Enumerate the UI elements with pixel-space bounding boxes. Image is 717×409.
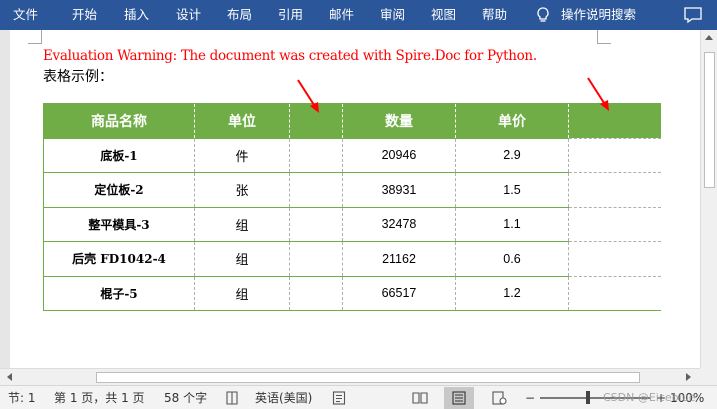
table-row: 定位板-2 张 38931 1.5 <box>43 172 661 207</box>
header-unit[interactable]: 单位 <box>194 103 290 138</box>
cell-outside[interactable] <box>568 137 661 173</box>
tab-insert[interactable]: 插入 <box>124 0 149 30</box>
scroll-left-icon[interactable] <box>7 373 12 381</box>
cell-price[interactable]: 1.1 <box>455 206 569 242</box>
table-row: 后壳 FD1042-4 组 21162 0.6 <box>43 241 661 276</box>
cell-price[interactable]: 0.6 <box>455 241 569 276</box>
cell-unit[interactable]: 组 <box>194 206 290 242</box>
header-quantity[interactable]: 数量 <box>342 103 456 138</box>
cell-quantity[interactable]: 32478 <box>342 206 456 242</box>
cell-outside[interactable] <box>568 206 661 242</box>
cell-quantity[interactable]: 38931 <box>342 172 456 207</box>
cell-quantity[interactable]: 66517 <box>342 275 456 311</box>
table-row: 棍子-5 组 66517 1.2 <box>43 275 661 311</box>
cell-name[interactable]: 底板-1 <box>43 137 195 173</box>
cell-unit[interactable]: 组 <box>194 241 290 276</box>
cell-quantity[interactable]: 21162 <box>342 241 456 276</box>
cell-price[interactable]: 1.5 <box>455 172 569 207</box>
cell-name[interactable]: 后壳 FD1042-4 <box>43 241 195 276</box>
cell-unit[interactable]: 张 <box>194 172 290 207</box>
header-product-name[interactable]: 商品名称 <box>43 103 195 138</box>
cell-outside[interactable] <box>568 275 661 311</box>
cell-empty[interactable] <box>289 206 343 242</box>
cell-empty[interactable] <box>289 137 343 173</box>
cell-price[interactable]: 2.9 <box>455 137 569 173</box>
cell-outside[interactable] <box>568 241 661 276</box>
ribbon-bar: 文件 开始 插入 设计 布局 引用 邮件 审阅 视图 帮助 操作说明搜索 <box>0 0 717 30</box>
crop-mark-right <box>597 30 611 44</box>
tell-me-search[interactable]: 操作说明搜索 <box>561 0 636 30</box>
cell-empty[interactable] <box>289 172 343 207</box>
vertical-scrollbar[interactable] <box>700 30 717 368</box>
read-mode-icon[interactable] <box>412 390 428 406</box>
cell-name[interactable]: 棍子-5 <box>43 275 195 311</box>
zoom-slider-thumb[interactable] <box>586 391 590 404</box>
horizontal-scroll-thumb[interactable] <box>96 372 640 383</box>
status-word-count[interactable]: 58 个字 <box>164 386 207 409</box>
cell-quantity[interactable]: 20946 <box>342 137 456 173</box>
cell-empty[interactable] <box>289 275 343 311</box>
scrollbar-corner <box>700 368 717 385</box>
web-layout-icon[interactable] <box>491 390 507 406</box>
tab-file[interactable]: 文件 <box>13 0 38 30</box>
cell-outside[interactable] <box>568 172 661 207</box>
scroll-right-icon[interactable] <box>686 373 691 381</box>
vertical-scroll-thumb[interactable] <box>704 52 715 188</box>
zoom-out-button[interactable]: − <box>525 386 535 409</box>
document-page[interactable]: Evaluation Warning: The document was cre… <box>10 30 700 368</box>
red-arrow-icon <box>587 77 609 111</box>
lightbulb-icon[interactable] <box>534 6 552 24</box>
cell-name[interactable]: 定位板-2 <box>43 172 195 207</box>
status-section[interactable]: 节: 1 <box>8 386 36 409</box>
header-price[interactable]: 单价 <box>455 103 569 138</box>
cell-price[interactable]: 1.2 <box>455 275 569 311</box>
print-layout-icon[interactable] <box>451 390 467 406</box>
tab-view[interactable]: 视图 <box>431 0 456 30</box>
scroll-up-icon[interactable] <box>705 35 713 40</box>
product-table[interactable]: 商品名称 单位 数量 单价 底板-1 件 20946 2.9 定位板-2 张 3… <box>43 103 661 311</box>
horizontal-scrollbar[interactable] <box>0 368 700 385</box>
cell-unit[interactable]: 件 <box>194 137 290 173</box>
tab-home[interactable]: 开始 <box>72 0 97 30</box>
cell-name[interactable]: 整平模具-3 <box>43 206 195 242</box>
status-page[interactable]: 第 1 页，共 1 页 <box>54 386 145 409</box>
status-bar: 节: 1 第 1 页，共 1 页 58 个字 英语(美国) − + 100% C… <box>0 385 717 409</box>
table-caption: 表格示例： <box>43 69 113 85</box>
table-row: 整平模具-3 组 32478 1.1 <box>43 206 661 242</box>
proofing-book-icon[interactable] <box>225 390 239 406</box>
tab-help[interactable]: 帮助 <box>482 0 507 30</box>
tab-design[interactable]: 设计 <box>176 0 201 30</box>
tab-layout[interactable]: 布局 <box>227 0 252 30</box>
crop-mark-left <box>28 30 42 44</box>
cell-empty[interactable] <box>289 241 343 276</box>
evaluation-warning: Evaluation Warning: The document was cre… <box>43 48 537 64</box>
tab-review[interactable]: 审阅 <box>380 0 405 30</box>
tab-references[interactable]: 引用 <box>278 0 303 30</box>
document-area: Evaluation Warning: The document was cre… <box>0 30 700 368</box>
macro-icon[interactable] <box>332 390 346 406</box>
tab-mailings[interactable]: 邮件 <box>329 0 354 30</box>
red-arrow-icon <box>297 79 319 113</box>
table-row: 底板-1 件 20946 2.9 <box>43 137 661 173</box>
watermark-text: CSDN @Eiceblue <box>603 391 696 404</box>
cell-unit[interactable]: 组 <box>194 275 290 311</box>
table-header-row: 商品名称 单位 数量 单价 <box>43 103 661 138</box>
comment-icon[interactable] <box>683 6 703 24</box>
status-language[interactable]: 英语(美国) <box>255 386 312 409</box>
